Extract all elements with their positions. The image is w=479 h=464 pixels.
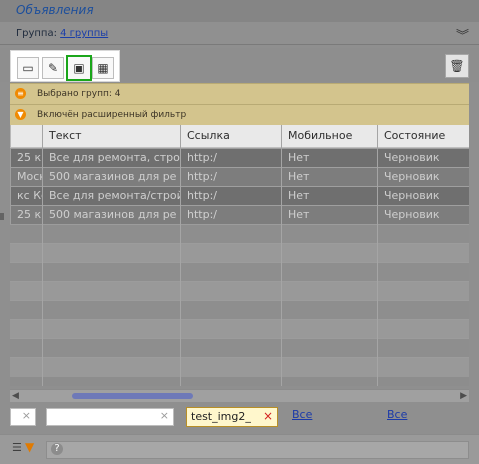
toolbar: ▭ ✎ ▣ ▦ 🗑: [0, 48, 479, 82]
empty-grid-row: [10, 224, 469, 244]
horizontal-scrollbar[interactable]: ◀ ▶: [10, 389, 469, 402]
table-cell: http:/: [180, 187, 281, 206]
group-label: Группа:: [16, 28, 57, 39]
filter-icon: ▼: [15, 109, 26, 120]
table-cell: Моск: [10, 168, 42, 187]
lead-column-header: [10, 125, 42, 147]
table-row[interactable]: Моск 500 магазинов для ре http:/ Нет Чер…: [10, 167, 469, 187]
mobile-filter-all-link[interactable]: Все: [292, 408, 312, 421]
filter-enabled-text: Включён расширенный фильтр: [37, 110, 187, 120]
double-chevron-down-icon[interactable]: ︾: [456, 25, 469, 44]
header-bar: Объявления: [0, 0, 479, 23]
table-cell: http:/: [180, 149, 281, 168]
close-icon[interactable]: ×: [160, 409, 169, 422]
help-icon[interactable]: ?: [51, 443, 63, 455]
link-filter-value: test_img2_: [191, 410, 251, 423]
empty-grid-row: [10, 262, 469, 282]
empty-grid-row: [10, 338, 469, 358]
grid-header: Текст Ссылка Мобильное Состояние: [10, 125, 469, 148]
groups-selected-row: ≡ Выбрано групп: 4: [10, 83, 469, 105]
empty-grid-row: [10, 281, 469, 301]
empty-grid-row: [10, 243, 469, 263]
group-filter-text: Группа: 4 группы: [16, 28, 108, 39]
view-toggle-group: ▭ ✎ ▣ ▦: [10, 50, 120, 82]
column-header-mobile[interactable]: Мобильное: [281, 125, 377, 147]
table-cell: Черновик: [377, 168, 469, 187]
filter-icon[interactable]: ▼: [25, 440, 34, 454]
empty-grid-row: [10, 300, 469, 320]
table-cell: 25 к: [10, 206, 42, 225]
page-title: Объявления: [16, 3, 94, 17]
table-cell: 500 магазинов для ре: [42, 168, 180, 187]
filter-enabled-row: ▼ Включён расширенный фильтр: [10, 104, 469, 126]
text-filter-input[interactable]: ×: [46, 408, 174, 426]
column-header-state[interactable]: Состояние: [377, 125, 469, 147]
table-cell: Нет: [281, 206, 377, 225]
table-cell: Нет: [281, 149, 377, 168]
table-cell: http:/: [180, 206, 281, 225]
table-row[interactable]: 25 к 500 магазинов для ре http:/ Нет Чер…: [10, 205, 469, 225]
empty-grid-row: [10, 319, 469, 339]
column-header-text[interactable]: Текст: [42, 125, 180, 147]
document-icon[interactable]: ▭: [17, 57, 39, 79]
table-cell: Все для ремонта/строй: [42, 187, 180, 206]
scroll-thumb[interactable]: [72, 393, 193, 399]
link-filter-tag[interactable]: test_img2_ ×: [186, 407, 278, 427]
search-input[interactable]: ?: [46, 441, 469, 459]
table-cell: Все для ремонта, строй: [42, 149, 180, 168]
trash-icon[interactable]: 🗑: [445, 54, 469, 78]
group-filter-bar: Группа: 4 группы ︾: [0, 22, 479, 45]
table-icon[interactable]: ▦: [92, 57, 114, 79]
scroll-left-icon[interactable]: ◀: [12, 391, 19, 401]
table-cell: Черновик: [377, 206, 469, 225]
close-icon[interactable]: ×: [22, 409, 31, 422]
grid-divider: [180, 125, 181, 386]
table-cell: 25 к: [10, 149, 42, 168]
lead-filter-input[interactable]: ×: [10, 408, 36, 426]
ads-grid: Текст Ссылка Мобильное Состояние 25 к Вс…: [10, 125, 469, 386]
table-cell: Черновик: [377, 149, 469, 168]
image-icon[interactable]: ▣: [66, 55, 92, 81]
layers-icon: ≡: [15, 88, 26, 99]
group-count-link[interactable]: 4 группы: [60, 28, 108, 39]
column-header-link[interactable]: Ссылка: [180, 125, 281, 147]
list-icon[interactable]: ☰: [12, 441, 22, 454]
table-cell: Черновик: [377, 187, 469, 206]
column-filter-row: × × test_img2_ × Все Все: [10, 405, 469, 429]
table-cell: Нет: [281, 168, 377, 187]
scroll-right-icon[interactable]: ▶: [460, 391, 467, 401]
table-cell: 500 магазинов для ре: [42, 206, 180, 225]
table-cell: Нет: [281, 187, 377, 206]
empty-grid-row: [10, 357, 469, 377]
grid-divider: [281, 125, 282, 386]
table-cell: http:/: [180, 168, 281, 187]
table-row[interactable]: 25 к Все для ремонта, строй http:/ Нет Ч…: [10, 148, 469, 168]
left-resize-handle[interactable]: [0, 213, 4, 220]
ads-panel: Объявления Группа: 4 группы ︾ ▭ ✎ ▣ ▦ 🗑 …: [0, 0, 479, 464]
grid-divider: [377, 125, 378, 386]
grid-divider: [42, 125, 43, 386]
state-filter-all-link[interactable]: Все: [387, 408, 407, 421]
table-row[interactable]: кс Кс Все для ремонта/строй http:/ Нет Ч…: [10, 186, 469, 206]
bottom-search-bar: ☰ ▼ ?: [0, 434, 479, 464]
edit-icon[interactable]: ✎: [42, 57, 64, 79]
table-cell: кс Кс: [10, 187, 42, 206]
groups-selected-text: Выбрано групп: 4: [37, 89, 121, 99]
remove-filter-icon[interactable]: ×: [263, 409, 273, 423]
